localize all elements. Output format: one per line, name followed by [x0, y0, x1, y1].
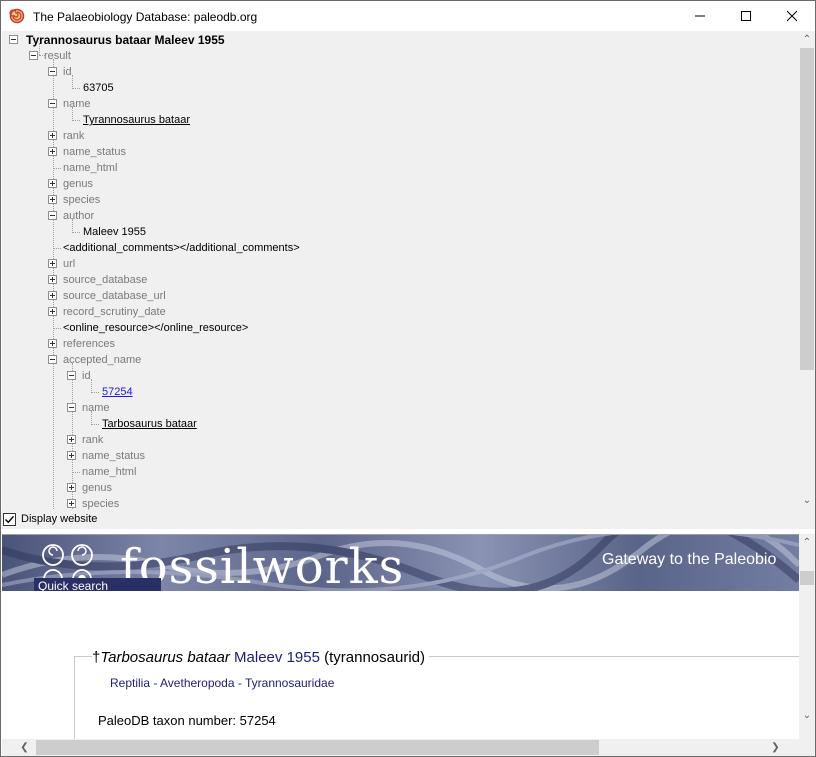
tree-node-accepted-id[interactable]: id: [82, 368, 91, 384]
json-tree-view[interactable]: Tyrannosaurus bataar Maleev 1955 result …: [2, 31, 799, 511]
website-vertical-scrollbar[interactable]: ⌃ ⌄: [799, 534, 815, 739]
window-title: The Palaeobiology Database: paleodb.org: [33, 10, 258, 24]
scrollbar-corner: [799, 739, 815, 756]
display-website-checkbox[interactable]: [3, 513, 16, 526]
collapse-toggle[interactable]: [48, 211, 57, 220]
tree-value-accepted-name[interactable]: Tarbosaurus bataar: [102, 416, 197, 432]
expand-toggle[interactable]: [48, 147, 57, 156]
scroll-up-icon[interactable]: ⌃: [799, 534, 815, 551]
tree-node-genus[interactable]: genus: [63, 176, 93, 192]
collapse-toggle[interactable]: [48, 355, 57, 364]
close-button[interactable]: [769, 1, 815, 31]
quick-search-button[interactable]: Quick search: [34, 578, 161, 591]
tree-node-source-database-url[interactable]: source_database_url: [63, 288, 166, 304]
tree-node-record-scrutiny-date[interactable]: record_scrutiny_date: [63, 304, 166, 320]
tree-node-name[interactable]: name: [63, 96, 91, 112]
tree-node-accepted-name-field[interactable]: name: [82, 400, 110, 416]
application-window: The Palaeobiology Database: paleodb.org: [0, 0, 816, 757]
tree-node-result[interactable]: result: [44, 48, 71, 64]
expand-toggle[interactable]: [48, 179, 57, 188]
display-website-label[interactable]: Display website: [21, 513, 97, 525]
tree-value-author[interactable]: Maleev 1955: [83, 224, 146, 240]
scroll-up-icon[interactable]: ⌃: [799, 31, 815, 48]
site-logo-text[interactable]: fossilworks: [120, 539, 404, 591]
site-tagline: Gateway to the Paleobio: [602, 551, 777, 568]
collapse-toggle[interactable]: [48, 99, 57, 108]
display-website-row: Display website: [1, 511, 815, 529]
tree-node-name-status[interactable]: name_status: [63, 144, 126, 160]
website-horizontal-scrollbar[interactable]: ❮ ❯: [2, 739, 799, 756]
expand-toggle[interactable]: [48, 259, 57, 268]
tree-node-source-database[interactable]: source_database: [63, 272, 147, 288]
tree-node-additional-comments[interactable]: <additional_comments></additional_commen…: [63, 240, 300, 256]
tree-vertical-scrollbar[interactable]: ⌃ ⌄: [799, 31, 815, 511]
tree-node-name-html[interactable]: name_html: [63, 160, 117, 176]
expand-toggle[interactable]: [48, 291, 57, 300]
tree-node-accepted-name-status[interactable]: name_status: [82, 448, 145, 464]
taxon-heading: †Tarbosaurus bataar Maleev 1955 (tyranno…: [92, 649, 430, 666]
expand-toggle[interactable]: [48, 195, 57, 204]
site-banner: fossilworks Gateway to the Paleobio Quic…: [2, 535, 799, 591]
collapse-toggle[interactable]: [29, 51, 38, 60]
taxon-author-link[interactable]: Maleev 1955: [234, 649, 320, 666]
minimize-icon: [695, 15, 705, 17]
expand-toggle[interactable]: [48, 339, 57, 348]
taxon-group: (tyrannosaurid): [324, 649, 426, 666]
taxon-number: PaleoDB taxon number: 57254: [98, 713, 276, 728]
app-icon: [9, 8, 25, 24]
close-icon: [787, 11, 797, 21]
expand-toggle[interactable]: [48, 275, 57, 284]
scroll-left-icon[interactable]: ❮: [16, 739, 33, 756]
tree-node-accepted-rank[interactable]: rank: [82, 432, 103, 448]
maximize-icon: [741, 11, 751, 21]
tree-link-accepted-id[interactable]: 57254: [102, 384, 133, 400]
tree-node-species[interactable]: species: [63, 192, 100, 208]
tree-node-accepted-genus[interactable]: genus: [82, 480, 112, 496]
collapse-toggle[interactable]: [67, 403, 76, 412]
checkmark-icon: [5, 515, 15, 524]
collapse-toggle[interactable]: [9, 35, 18, 44]
expand-toggle[interactable]: [67, 451, 76, 460]
tree-node-online-resource[interactable]: <online_resource></online_resource>: [63, 320, 248, 336]
collapse-toggle[interactable]: [48, 67, 57, 76]
tree-node-url[interactable]: url: [63, 256, 75, 272]
tree-root[interactable]: Tyrannosaurus bataar Maleev 1955: [26, 32, 225, 48]
title-bar[interactable]: The Palaeobiology Database: paleodb.org: [1, 1, 815, 31]
collapse-toggle[interactable]: [67, 371, 76, 380]
tree-node-author[interactable]: author: [63, 208, 94, 224]
scroll-thumb[interactable]: [800, 48, 814, 370]
scroll-right-icon[interactable]: ❯: [767, 739, 784, 756]
scroll-thumb[interactable]: [36, 740, 599, 755]
tree-node-id[interactable]: id: [63, 64, 72, 80]
tree-value-name[interactable]: Tyrannosaurus bataar: [83, 112, 190, 128]
expand-toggle[interactable]: [67, 435, 76, 444]
expand-toggle[interactable]: [67, 483, 76, 492]
taxon-classification-links[interactable]: Reptilia - Avetheropoda - Tyrannosaurida…: [110, 676, 334, 690]
embedded-website[interactable]: fossilworks Gateway to the Paleobio Quic…: [2, 534, 799, 739]
expand-toggle[interactable]: [48, 307, 57, 316]
maximize-button[interactable]: [723, 1, 769, 31]
scroll-down-icon[interactable]: ⌄: [799, 492, 815, 509]
expand-toggle[interactable]: [67, 499, 76, 508]
tree-node-accepted-species[interactable]: species: [82, 496, 119, 511]
expand-toggle[interactable]: [48, 131, 57, 140]
scroll-down-icon[interactable]: ⌄: [799, 707, 815, 724]
tree-node-references[interactable]: references: [63, 336, 115, 352]
tree-node-accepted-name[interactable]: accepted_name: [63, 352, 141, 368]
taxon-name: Tarbosaurus bataar: [100, 649, 230, 666]
tree-node-accepted-name-html[interactable]: name_html: [82, 464, 136, 480]
minimize-button[interactable]: [677, 1, 723, 31]
scroll-thumb[interactable]: [800, 571, 814, 585]
tree-value-id[interactable]: 63705: [83, 80, 114, 96]
tree-node-rank[interactable]: rank: [63, 128, 84, 144]
